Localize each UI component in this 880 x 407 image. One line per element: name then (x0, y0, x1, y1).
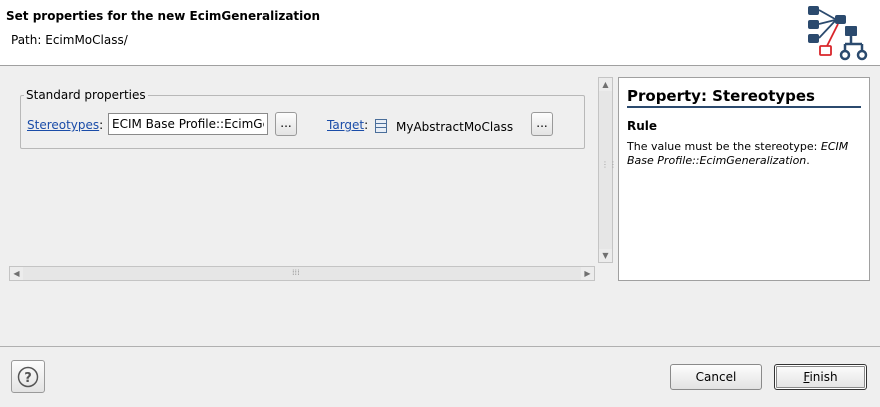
path-line: Path: EcimMoClass/ (11, 33, 128, 47)
dialog-header: Set properties for the new EcimGeneraliz… (0, 0, 880, 66)
standard-properties-legend: Standard properties (24, 87, 148, 103)
footer-divider (0, 346, 880, 347)
rule-desc-suffix: . (806, 154, 810, 167)
dialog-title: Set properties for the new EcimGeneraliz… (6, 9, 321, 23)
target-link[interactable]: Target (327, 118, 364, 132)
help-label: ? (24, 371, 32, 386)
stereotypes-browse-button[interactable]: ... (275, 112, 297, 136)
ecim-model-logo-icon (808, 6, 868, 61)
properties-form-area: Standard properties Stereotypes: ... Tar… (8, 78, 598, 266)
vertical-scrollbar[interactable]: ▲ ⋮⋮ ▼ (598, 77, 617, 263)
help-button[interactable]: ? (11, 360, 45, 393)
scroll-up-arrow-icon[interactable]: ▲ (599, 78, 612, 91)
target-field-label: Target: (327, 118, 368, 132)
finish-button[interactable]: Finish (774, 364, 867, 390)
scroll-right-arrow-icon[interactable]: ▶ (581, 267, 594, 280)
property-rule-heading: Rule (627, 119, 658, 133)
finish-label-rest: inish (809, 370, 838, 384)
stereotypes-input[interactable] (108, 113, 268, 135)
class-element-icon (375, 119, 387, 133)
rule-desc-prefix: The value must be the stereotype: (627, 140, 821, 153)
path-value: EcimMoClass/ (45, 33, 128, 47)
cancel-button[interactable]: Cancel (670, 364, 762, 390)
stereotypes-colon: : (99, 118, 104, 132)
scroll-down-arrow-icon[interactable]: ▼ (599, 249, 612, 262)
help-question-icon: ? (17, 366, 39, 387)
stereotypes-link[interactable]: Stereotypes (27, 118, 99, 132)
property-help-panel: Property: Stereotypes Rule The value mus… (618, 77, 870, 281)
target-colon: : (364, 118, 369, 132)
standard-properties-group: Standard properties Stereotypes: ... Tar… (20, 87, 585, 149)
horizontal-scroll-grip-icon[interactable]: ⁞⁞⁞ (292, 268, 300, 277)
target-value: MyAbstractMoClass (396, 120, 514, 134)
property-help-title: Property: Stereotypes (627, 87, 861, 108)
scroll-left-arrow-icon[interactable]: ◀ (10, 267, 23, 280)
horizontal-scrollbar[interactable]: ◀ ⁞⁞⁞ ▶ (9, 266, 595, 281)
vertical-scroll-grip-icon[interactable]: ⋮⋮ (601, 161, 617, 169)
property-rule-description: The value must be the stereotype: ECIM B… (627, 140, 863, 168)
target-browse-button[interactable]: ... (531, 112, 553, 136)
stereotypes-field-label: Stereotypes: (27, 118, 103, 132)
path-label: Path: (11, 33, 42, 47)
